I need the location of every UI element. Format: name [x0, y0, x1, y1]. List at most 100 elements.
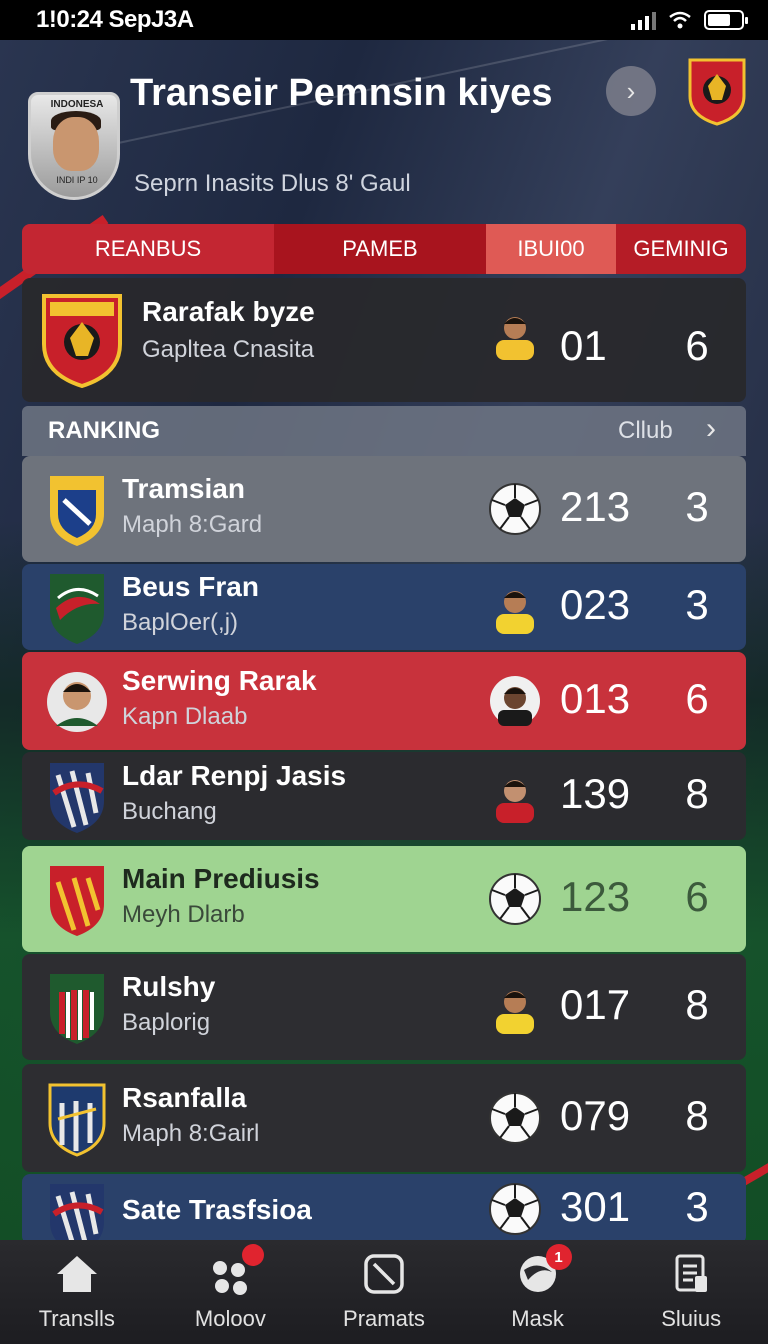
player-thumb-icon	[496, 591, 534, 634]
signal-icon	[631, 10, 656, 30]
club-crest-icon	[42, 294, 122, 388]
player-position: 8	[685, 1092, 709, 1139]
nav-item-moloov[interactable]: Moloov	[154, 1240, 308, 1344]
avatar-label: INDONESA	[50, 99, 104, 110]
player-position: 3	[685, 581, 709, 628]
notification-badge: 1	[545, 1244, 572, 1270]
next-button[interactable]: ›	[606, 66, 656, 116]
nav-label: Pramats	[343, 1306, 425, 1331]
document-icon	[675, 1254, 708, 1292]
ranking-header: RANKING Cllub ›	[22, 406, 746, 456]
chevron-right-icon: ›	[626, 75, 636, 106]
nav-item-translls[interactable]: Translls	[0, 1240, 154, 1344]
club-crest-icon	[688, 58, 746, 126]
player-name: Rsanfalla	[122, 1082, 247, 1113]
player-name: Beus Fran	[122, 571, 259, 602]
club-crest-icon	[50, 974, 104, 1044]
nav-label: Translls	[38, 1306, 115, 1331]
club-crest-icon	[50, 763, 104, 833]
player-club: Baplorig	[122, 1009, 211, 1036]
soccer-ball-icon	[489, 1092, 541, 1144]
slash-icon	[364, 1254, 404, 1294]
tab-pameb[interactable]: PAMEB	[274, 224, 486, 274]
page-subtitle: Seprn Inasits Dlus 8' Gaul	[134, 170, 411, 197]
player-club: Maph 8:Gairl	[122, 1120, 260, 1147]
ranking-row[interactable]: Main Prediusis Meyh Dlarb 123 6	[22, 846, 746, 952]
club-crest-icon	[48, 1083, 106, 1157]
tab-reanbus[interactable]: REANBUS	[22, 224, 274, 274]
soccer-ball-icon	[489, 1183, 541, 1235]
captain-value: 01	[560, 322, 607, 369]
ranking-row[interactable]: Beus Fran BaplOer(,j) 023 3	[22, 564, 746, 650]
tab-bar: REANBUS PAMEB IBUI00 GEMINIG	[22, 224, 746, 274]
status-time: 1!0:24 SepJ3A	[36, 6, 194, 33]
club-crest-icon	[47, 672, 107, 732]
player-name: Serwing Rarak	[122, 665, 317, 696]
player-name: Tramsian	[122, 473, 245, 504]
player-name: Ldar Renpj Jasis	[122, 760, 347, 791]
player-value: 213	[560, 483, 631, 530]
soccer-ball-icon	[489, 873, 541, 925]
player-name: Main Prediusis	[122, 863, 320, 894]
nav-item-sluius[interactable]: Sluius	[614, 1240, 768, 1344]
ranking-row[interactable]: Ldar Renpj Jasis Buchang 139 8	[22, 752, 746, 840]
player-thumb-icon	[496, 317, 534, 360]
player-value: 023	[560, 581, 631, 628]
tab-ibui00[interactable]: IBUI00	[486, 224, 616, 274]
player-avatar[interactable]: INDONESA INDI IP 10	[28, 92, 120, 200]
player-club: Maph 8:Gard	[122, 511, 263, 538]
player-position: 3	[685, 1183, 709, 1230]
captain-role: Gapltea Cnasita	[142, 336, 315, 363]
status-bar: 1!0:24 SepJ3A	[0, 0, 768, 40]
player-club: Meyh Dlarb	[122, 901, 245, 928]
ranking-row[interactable]: Rulshy Baplorig 017 8	[22, 954, 746, 1060]
dots-icon	[206, 1244, 265, 1298]
player-club: BaplOer(,j)	[122, 609, 239, 636]
battery-icon	[704, 10, 748, 30]
player-thumb-icon	[490, 676, 540, 726]
captain-name: Rarafak byze	[142, 296, 315, 327]
player-position: 6	[685, 675, 709, 722]
home-icon	[56, 1256, 97, 1292]
club-crest-icon	[50, 476, 104, 546]
chevron-right-icon[interactable]: ›	[706, 412, 716, 446]
player-name: Sate Trasfsioa	[122, 1194, 312, 1225]
player-position: 8	[685, 770, 709, 817]
notification-badge	[242, 1244, 265, 1266]
player-position: 8	[685, 981, 709, 1028]
club-filter[interactable]: Cllub	[618, 417, 673, 445]
status-icons	[631, 10, 748, 30]
nav-label: Moloov	[194, 1306, 266, 1331]
soccer-ball-icon	[489, 483, 541, 535]
player-position: 3	[685, 483, 709, 530]
player-position: 6	[685, 873, 709, 920]
player-club: Kapn Dlaab	[122, 703, 248, 730]
nav-label: Mask	[511, 1306, 564, 1331]
ranking-row[interactable]: Tramsian Maph 8:Gard 213 3	[22, 456, 746, 562]
player-value: 013	[560, 675, 631, 722]
avatar-sub: INDI IP 10	[56, 175, 98, 185]
bottom-nav: Translls Moloov Pramats 1 Mask Sluius	[0, 1240, 768, 1344]
ranking-row[interactable]: Rsanfalla Maph 8:Gairl 079 8	[22, 1064, 746, 1172]
ranking-row[interactable]: Serwing Rarak Kapn Dlaab 013 6	[22, 652, 746, 750]
nav-item-pramats[interactable]: Pramats	[307, 1240, 461, 1344]
player-value: 079	[560, 1092, 631, 1139]
nav-item-mask[interactable]: 1 Mask	[461, 1240, 615, 1344]
club-crest-icon	[50, 574, 104, 644]
page-title: Transeir Pemnsin kiyes	[130, 72, 553, 114]
ranking-row[interactable]: Sate Trasfsioa 301 3	[22, 1174, 746, 1254]
ranking-label: RANKING	[48, 417, 160, 444]
player-name: Rulshy	[122, 971, 216, 1002]
player-club: Buchang	[122, 798, 217, 825]
player-thumb-icon	[496, 780, 534, 823]
player-value: 017	[560, 981, 631, 1028]
tab-geminig[interactable]: GEMINIG	[616, 224, 746, 274]
captain-position: 6	[685, 322, 709, 369]
club-crest-icon	[50, 866, 104, 936]
ball-swirl-icon: 1	[514, 1244, 572, 1298]
header: INDONESA INDI IP 10 Transeir Pemnsin kiy…	[0, 40, 768, 220]
player-value: 123	[560, 873, 631, 920]
wifi-icon	[669, 11, 691, 29]
player-value: 139	[560, 770, 631, 817]
captain-row[interactable]: Rarafak byze Gapltea Cnasita 01 6	[22, 278, 746, 402]
